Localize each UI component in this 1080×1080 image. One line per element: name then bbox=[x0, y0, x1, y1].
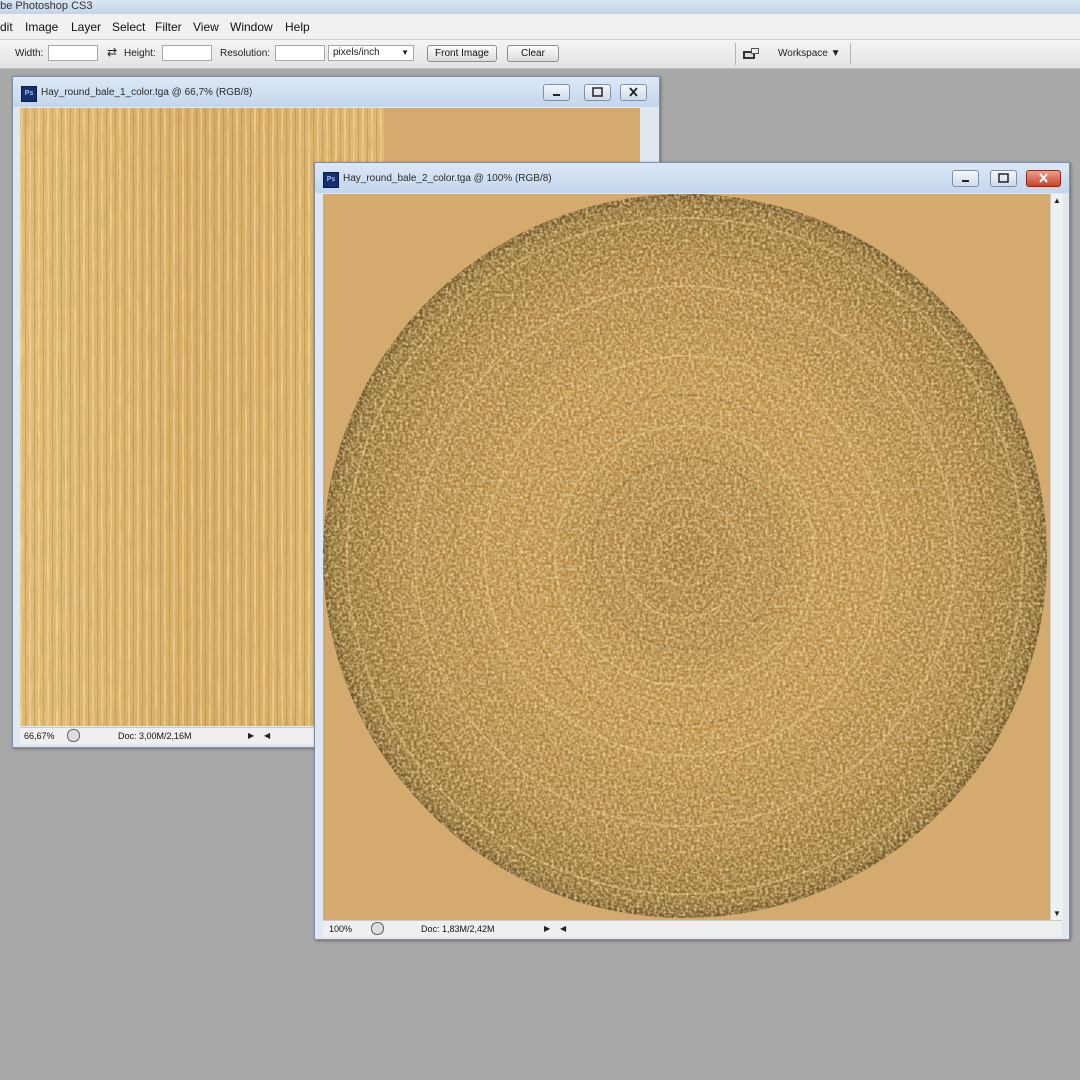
units-value: pixels/inch bbox=[333, 47, 380, 58]
photoshop-document-icon: Ps bbox=[21, 86, 37, 102]
document-titlebar[interactable]: Ps Hay_round_bale_2_color.tga @ 100% (RG… bbox=[315, 163, 1069, 193]
maximize-icon[interactable] bbox=[584, 84, 611, 101]
hay-bale-round-texture bbox=[323, 194, 1047, 918]
menu-view[interactable]: View bbox=[193, 20, 219, 34]
scroll-down-icon[interactable]: ▼ bbox=[1053, 909, 1061, 918]
width-label: Width: bbox=[15, 48, 44, 59]
close-icon[interactable] bbox=[620, 84, 647, 101]
menu-bar: dit Image Layer Select Filter View Windo… bbox=[0, 14, 1080, 40]
minimize-icon[interactable] bbox=[952, 170, 979, 187]
resolution-input[interactable] bbox=[275, 45, 325, 61]
status-arrow-icon[interactable]: ▶ bbox=[544, 924, 550, 933]
photoshop-document-icon: Ps bbox=[323, 172, 339, 188]
options-bar: Width: ⇄ Height: Resolution: pixels/inch… bbox=[0, 40, 1080, 69]
width-input[interactable] bbox=[48, 45, 98, 61]
menu-select[interactable]: Select bbox=[112, 20, 145, 34]
divider bbox=[735, 43, 736, 65]
units-select[interactable]: pixels/inch ▼ bbox=[328, 45, 414, 61]
zoom-level[interactable]: 66,67% bbox=[24, 731, 55, 741]
document-canvas[interactable] bbox=[323, 194, 1050, 920]
document-title: Hay_round_bale_2_color.tga @ 100% (RGB/8… bbox=[343, 173, 552, 184]
document-title: Hay_round_bale_1_color.tga @ 66,7% (RGB/… bbox=[41, 87, 253, 98]
status-menu-icon[interactable] bbox=[67, 729, 80, 742]
menu-window[interactable]: Window bbox=[230, 20, 273, 34]
vertical-scrollbar[interactable]: ▲ ▼ bbox=[1050, 194, 1063, 920]
clear-button[interactable]: Clear bbox=[507, 45, 559, 62]
status-arrow-icon[interactable]: ▶ bbox=[248, 731, 254, 740]
scroll-left-icon[interactable]: ◀ bbox=[264, 731, 270, 740]
menu-edit[interactable]: dit bbox=[0, 20, 13, 34]
menu-filter[interactable]: Filter bbox=[155, 20, 182, 34]
minimize-icon[interactable] bbox=[543, 84, 570, 101]
height-input[interactable] bbox=[162, 45, 212, 61]
document-info: Doc: 1,83M/2,42M bbox=[421, 924, 495, 934]
maximize-icon[interactable] bbox=[990, 170, 1017, 187]
scroll-up-icon[interactable]: ▲ bbox=[1053, 196, 1061, 205]
app-titlebar: obe Photoshop CS3 bbox=[0, 0, 1080, 14]
status-bar: 100% Doc: 1,83M/2,42M ▶ ◀ bbox=[323, 920, 1062, 937]
scroll-left-icon[interactable]: ◀ bbox=[560, 924, 566, 933]
workspace-menu[interactable]: Workspace ▼ bbox=[778, 48, 841, 59]
swap-icon[interactable]: ⇄ bbox=[107, 45, 117, 59]
status-menu-icon[interactable] bbox=[371, 922, 384, 935]
menu-help[interactable]: Help bbox=[285, 20, 310, 34]
height-label: Height: bbox=[124, 48, 156, 59]
close-icon[interactable] bbox=[1026, 170, 1061, 187]
document-titlebar[interactable]: Ps Hay_round_bale_1_color.tga @ 66,7% (R… bbox=[13, 77, 659, 107]
document-window-2[interactable]: Ps Hay_round_bale_2_color.tga @ 100% (RG… bbox=[314, 162, 1070, 940]
chevron-down-icon: ▼ bbox=[401, 48, 409, 57]
zoom-level[interactable]: 100% bbox=[329, 924, 352, 934]
app-title: obe Photoshop CS3 bbox=[0, 0, 93, 12]
workspace-icon[interactable] bbox=[742, 47, 760, 60]
front-image-button[interactable]: Front Image bbox=[427, 45, 497, 62]
document-info: Doc: 3,00M/2,16M bbox=[118, 731, 192, 741]
menu-layer[interactable]: Layer bbox=[71, 20, 101, 34]
menu-image[interactable]: Image bbox=[25, 20, 58, 34]
divider bbox=[850, 43, 851, 65]
resolution-label: Resolution: bbox=[220, 48, 271, 59]
